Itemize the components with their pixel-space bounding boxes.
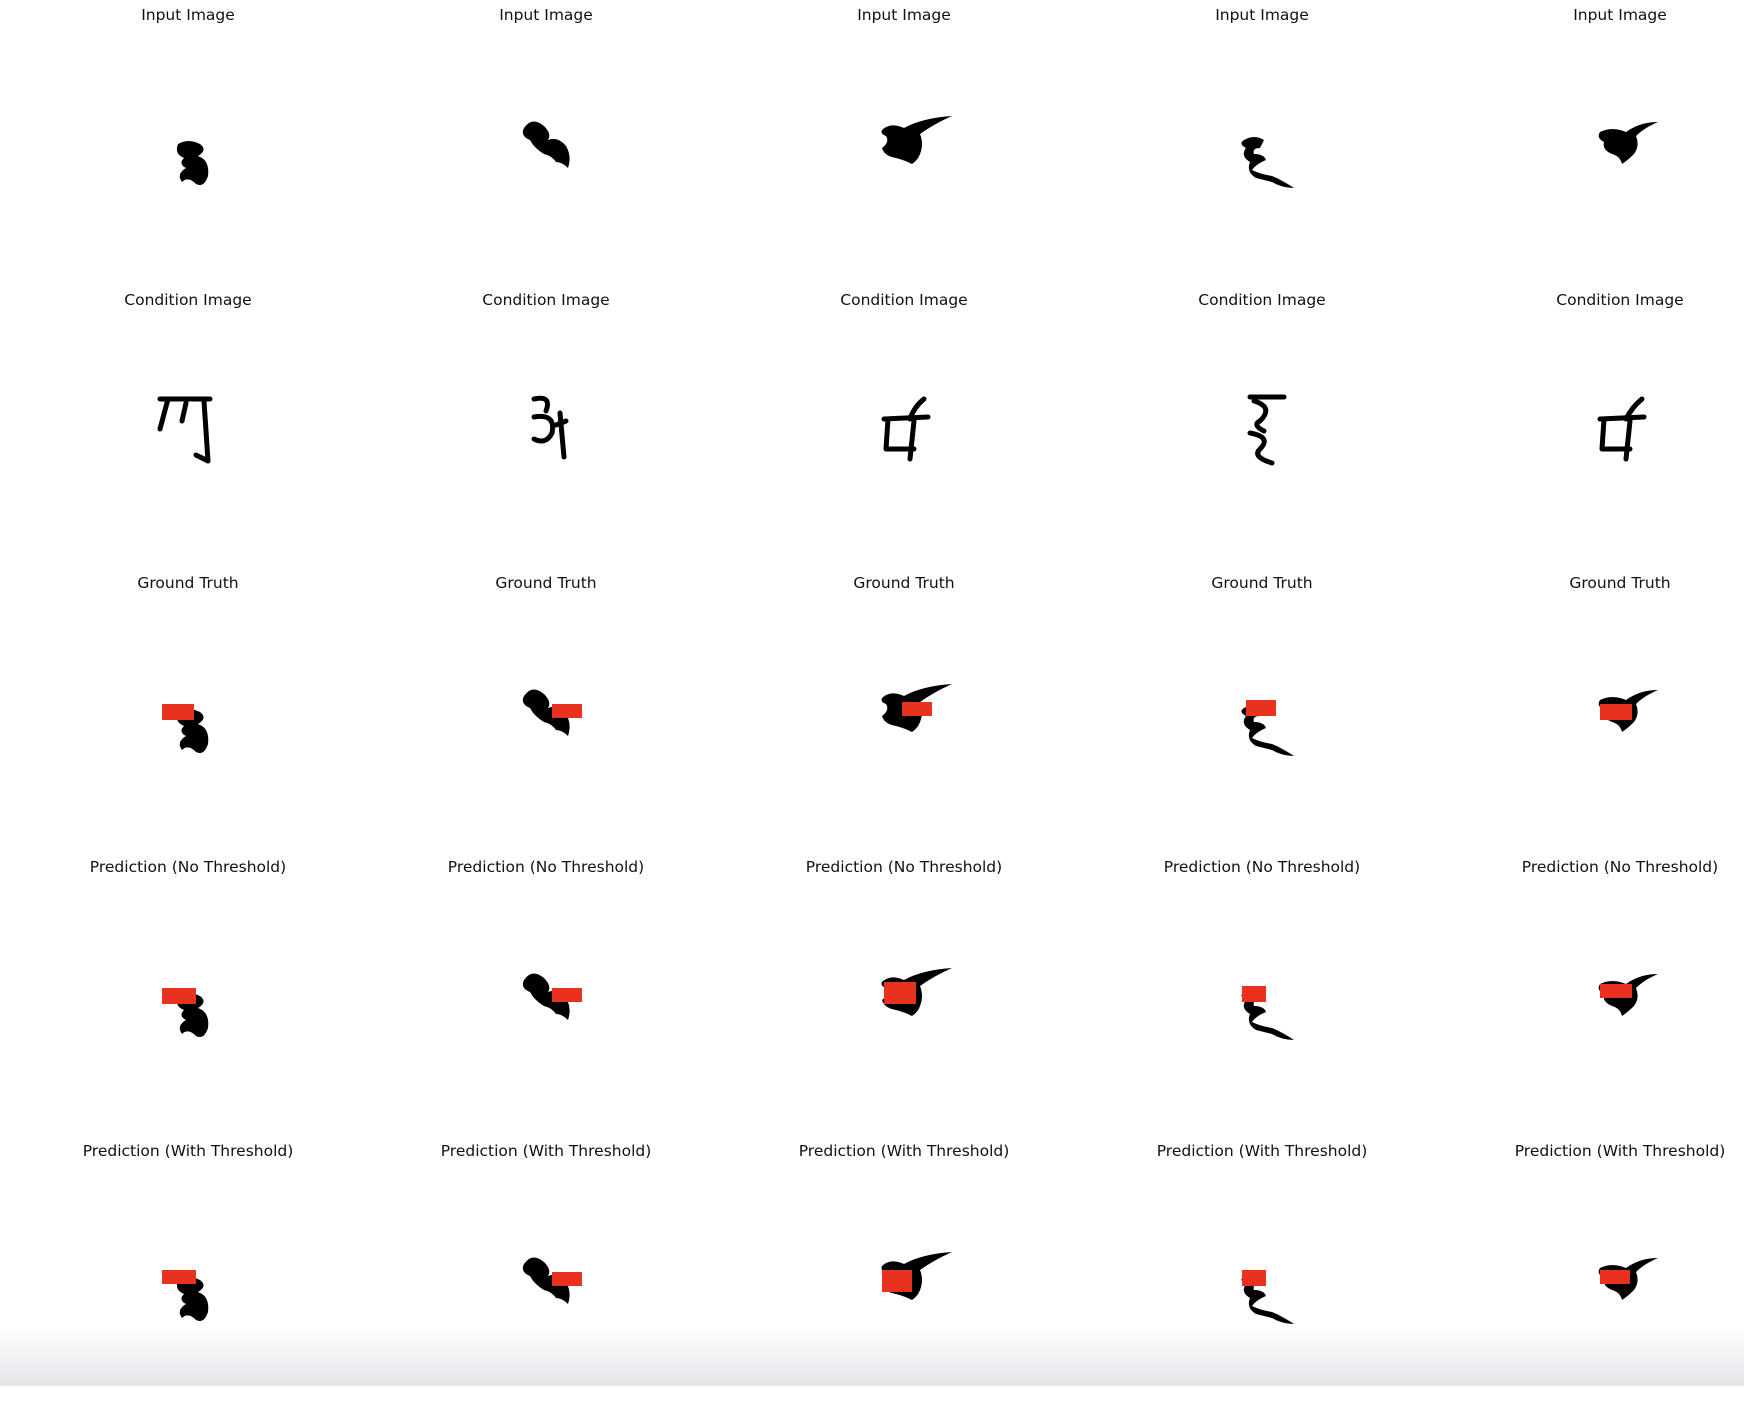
condition-cell-5: Condition Image [1460, 285, 1744, 567]
pred-title: Prediction (No Threshold) [805, 858, 1003, 876]
input-title: Input Image [1215, 6, 1309, 24]
condition-title: Condition Image [840, 291, 968, 309]
condition-image-4 [1122, 321, 1402, 561]
gt-cell-2: Ground Truth [386, 568, 706, 850]
gt-image-3 [764, 604, 1044, 844]
input-cell-1: Input Image [28, 0, 348, 282]
gt-title: Ground Truth [495, 574, 597, 592]
input-cell-3: Input Image [744, 0, 1064, 282]
gt-title: Ground Truth [1211, 574, 1313, 592]
gt-image-4 [1122, 604, 1402, 844]
pred_thresh-image-1 [48, 1172, 328, 1412]
condition-image-3 [764, 321, 1044, 561]
pred_thresh-title: Prediction (With Threshold) [798, 1142, 1010, 1160]
pred-cell-2: Prediction (No Threshold) [386, 852, 706, 1134]
pred-title: Prediction (No Threshold) [1521, 858, 1719, 876]
pred_thresh-image-4 [1122, 1172, 1402, 1412]
pred_thresh-title: Prediction (With Threshold) [1156, 1142, 1368, 1160]
pred-cell-4: Prediction (No Threshold) [1102, 852, 1422, 1134]
pred-cell-5: Prediction (No Threshold) [1460, 852, 1744, 1134]
gt-image-1 [48, 604, 328, 844]
input-title: Input Image [857, 6, 951, 24]
input-title: Input Image [141, 6, 235, 24]
pred-title: Prediction (No Threshold) [1163, 858, 1361, 876]
pred-image-2 [406, 888, 686, 1128]
pred-image-3 [764, 888, 1044, 1128]
condition-image-2 [406, 321, 686, 561]
gt-title: Ground Truth [853, 574, 955, 592]
gt-cell-1: Ground Truth [28, 568, 348, 850]
condition-title: Condition Image [482, 291, 610, 309]
pred_thresh-image-2 [406, 1172, 686, 1412]
pred_thresh-title: Prediction (With Threshold) [1514, 1142, 1726, 1160]
gt-title: Ground Truth [1569, 574, 1671, 592]
condition-cell-1: Condition Image [28, 285, 348, 567]
pred_thresh-cell-1: Prediction (With Threshold) [28, 1136, 348, 1418]
input-cell-2: Input Image [386, 0, 706, 282]
pred_thresh-cell-3: Prediction (With Threshold) [744, 1136, 1064, 1418]
gt-image-2 [406, 604, 686, 844]
pred_thresh-image-3 [764, 1172, 1044, 1412]
condition-cell-4: Condition Image [1102, 285, 1422, 567]
input-image-1 [48, 36, 328, 276]
pred-title: Prediction (No Threshold) [447, 858, 645, 876]
pred_thresh-cell-4: Prediction (With Threshold) [1102, 1136, 1422, 1418]
gt-cell-5: Ground Truth [1460, 568, 1744, 850]
pred_thresh-title: Prediction (With Threshold) [440, 1142, 652, 1160]
condition-title: Condition Image [1556, 291, 1684, 309]
pred_thresh-title: Prediction (With Threshold) [82, 1142, 294, 1160]
input-image-3 [764, 36, 1044, 276]
pred-cell-1: Prediction (No Threshold) [28, 852, 348, 1134]
pred_thresh-cell-5: Prediction (With Threshold) [1460, 1136, 1744, 1418]
condition-cell-2: Condition Image [386, 285, 706, 567]
condition-cell-3: Condition Image [744, 285, 1064, 567]
condition-title: Condition Image [1198, 291, 1326, 309]
results-grid: Input Image Input Image Input Image Input I… [0, 0, 1744, 1386]
pred-image-4 [1122, 888, 1402, 1128]
pred-image-5 [1480, 888, 1744, 1128]
input-image-4 [1122, 36, 1402, 276]
pred_thresh-image-5 [1480, 1172, 1744, 1412]
gt-title: Ground Truth [137, 574, 239, 592]
input-title: Input Image [499, 6, 593, 24]
pred_thresh-cell-2: Prediction (With Threshold) [386, 1136, 706, 1418]
condition-title: Condition Image [124, 291, 252, 309]
gt-cell-4: Ground Truth [1102, 568, 1422, 850]
gt-cell-3: Ground Truth [744, 568, 1064, 850]
pred-cell-3: Prediction (No Threshold) [744, 852, 1064, 1134]
gt-image-5 [1480, 604, 1744, 844]
input-image-2 [406, 36, 686, 276]
input-title: Input Image [1573, 6, 1667, 24]
input-image-5 [1480, 36, 1744, 276]
pred-title: Prediction (No Threshold) [89, 858, 287, 876]
pred-image-1 [48, 888, 328, 1128]
input-cell-5: Input Image [1460, 0, 1744, 282]
condition-image-5 [1480, 321, 1744, 561]
condition-image-1 [48, 321, 328, 561]
input-cell-4: Input Image [1102, 0, 1422, 282]
